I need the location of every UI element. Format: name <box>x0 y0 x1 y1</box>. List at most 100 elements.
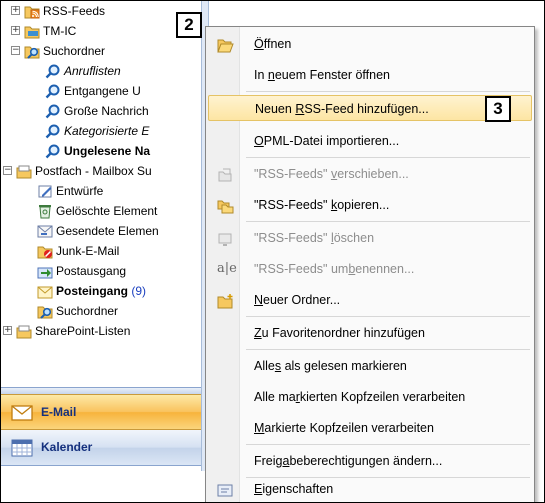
tree-item-anruflisten[interactable]: Anruflisten <box>1 61 201 81</box>
tree-item-postausgang[interactable]: Postausgang <box>1 261 201 281</box>
inbox-icon <box>37 283 53 299</box>
tree-item-label: SharePoint-Listen <box>35 324 131 338</box>
tree-item-kategorisierte[interactable]: Kategorisierte E <box>1 121 201 141</box>
collapse-toggle[interactable]: − <box>3 166 12 175</box>
tree-item-label: Posteingang (9) <box>56 281 146 301</box>
unread-count: (9) <box>131 284 147 298</box>
menu-item-label: "RSS-Feeds" kopieren... <box>254 198 390 212</box>
junk-mail-icon <box>37 243 53 259</box>
expand-toggle[interactable]: + <box>11 6 20 15</box>
menu-item-change-permissions[interactable]: Freigabeberechtigungen ändern... <box>208 448 532 474</box>
tree-item-label: Suchordner <box>43 44 106 58</box>
menu-item-delete[interactable]: "RSS-Feeds" löschen <box>208 225 532 251</box>
menu-item-import-opml[interactable]: OPML-Datei importieren... <box>208 128 532 154</box>
tree-item-rss-feeds[interactable]: + RSS-Feeds <box>1 1 201 21</box>
search-folder-icon <box>24 43 40 59</box>
navigation-pane-splitter[interactable] <box>1 387 201 394</box>
nav-label: E-Mail <box>41 405 77 419</box>
tree-item-ungelesene[interactable]: Ungelesene Na <box>1 141 201 161</box>
menu-item-label: Alle markierten Kopfzeilen verarbeiten <box>254 390 466 404</box>
tree-item-label: Junk-E-Mail <box>56 244 120 258</box>
menu-item-label: Neuer Ordner... <box>254 293 341 307</box>
tree-item-gesendete[interactable]: Gesendete Elemen <box>1 221 201 241</box>
search-folder-icon <box>45 83 61 99</box>
search-folder-icon <box>37 303 53 319</box>
menu-item-copy[interactable]: "RSS-Feeds" kopieren... <box>208 192 532 218</box>
outlook-window: + RSS-Feeds + TM-IC − Suchordner Anrufli… <box>0 0 545 503</box>
menu-item-label: Öffnen <box>254 37 292 51</box>
menu-item-process-marked-headers[interactable]: Markierte Kopfzeilen verarbeiten <box>208 415 532 441</box>
open-folder-icon <box>217 36 234 53</box>
menu-item-add-rss-feed[interactable]: Neuen RSS-Feed hinzufügen... <box>208 95 532 121</box>
sharepoint-folder-icon <box>16 323 32 339</box>
menu-item-label: Markierte Kopfzeilen verarbeiten <box>254 421 434 435</box>
menu-item-label: Eigenschaften <box>254 482 334 496</box>
menu-item-label: "RSS-Feeds" verschieben... <box>254 167 409 181</box>
menu-item-label: Alles als gelesen markieren <box>254 359 407 373</box>
menu-separator <box>246 91 530 92</box>
mail-icon <box>11 404 33 425</box>
menu-item-rename[interactable]: a|e "RSS-Feeds" umbenennen... <box>208 256 532 282</box>
tree-item-entwuerfe[interactable]: Entwürfe <box>1 181 201 201</box>
deleted-items-icon <box>37 203 53 219</box>
inbox-label: Posteingang <box>56 284 129 298</box>
tree-item-tm-ic[interactable]: + TM-IC <box>1 21 201 41</box>
tree-item-label: Anruflisten <box>64 64 121 78</box>
menu-separator <box>246 157 530 158</box>
menu-item-process-all-headers[interactable]: Alle markierten Kopfzeilen verarbeiten <box>208 384 532 410</box>
tree-item-label: Ungelesene Na <box>64 144 151 158</box>
menu-item-move[interactable]: "RSS-Feeds" verschieben... <box>208 161 532 187</box>
menu-item-open-new-window[interactable]: In neuem Fenster öffnen <box>208 62 532 88</box>
tree-item-label: Postfach - Mailbox Su <box>35 164 152 178</box>
collapse-toggle[interactable]: − <box>11 46 20 55</box>
new-folder-icon <box>217 292 234 309</box>
tree-item-label: Postausgang <box>56 264 127 278</box>
tree-item-suchordner-2[interactable]: Suchordner <box>1 301 201 321</box>
menu-item-add-to-favorites[interactable]: Zu Favoritenordner hinzufügen <box>208 320 532 346</box>
menu-item-new-folder[interactable]: Neuer Ordner... <box>208 287 532 313</box>
expand-toggle[interactable]: + <box>11 26 20 35</box>
menu-item-mark-all-read[interactable]: Alles als gelesen markieren <box>208 353 532 379</box>
menu-item-label: Neuen RSS-Feed hinzufügen... <box>255 102 429 116</box>
tree-item-label: Große Nachrich <box>64 104 149 118</box>
tree-item-geloeschte[interactable]: Gelöschte Element <box>1 201 201 221</box>
tree-item-label: RSS-Feeds <box>43 4 106 18</box>
folder-tree: + RSS-Feeds + TM-IC − Suchordner Anrufli… <box>1 1 201 389</box>
copy-folder-icon <box>217 197 234 214</box>
expand-toggle[interactable]: + <box>3 326 12 335</box>
tree-item-label: Kategorisierte E <box>64 124 150 138</box>
tree-item-suchordner[interactable]: − Suchordner <box>1 41 201 61</box>
nav-button-mail[interactable]: E-Mail <box>1 394 201 430</box>
menu-separator <box>246 221 530 222</box>
search-folder-icon <box>45 123 61 139</box>
menu-separator <box>246 444 530 445</box>
tree-item-junk[interactable]: Junk-E-Mail <box>1 241 201 261</box>
sent-items-icon <box>37 223 53 239</box>
nav-bottom-area <box>1 466 201 502</box>
rename-icon: a|e <box>217 261 237 276</box>
tree-item-sharepoint[interactable]: + SharePoint-Listen <box>1 321 201 341</box>
tree-item-label: Gelöschte Element <box>56 204 158 218</box>
menu-separator <box>246 349 530 350</box>
folder-icon <box>24 23 40 39</box>
tree-item-label: Entgangene U <box>64 84 141 98</box>
rss-folder-icon <box>24 3 40 19</box>
nav-button-calendar[interactable]: Kalender <box>1 430 201 466</box>
menu-item-properties[interactable]: Eigenschaften <box>208 476 532 502</box>
search-folder-icon <box>45 63 61 79</box>
delete-icon <box>217 230 234 246</box>
tree-item-grosse-nachrichten[interactable]: Große Nachrich <box>1 101 201 121</box>
menu-item-label: OPML-Datei importieren... <box>254 134 400 148</box>
menu-item-label: "RSS-Feeds" umbenennen... <box>254 262 415 276</box>
tree-item-postfach[interactable]: − Postfach - Mailbox Su <box>1 161 201 181</box>
menu-item-open[interactable]: Öffnen <box>208 31 532 57</box>
calendar-icon <box>11 439 33 460</box>
tree-item-label: Entwürfe <box>56 184 104 198</box>
tree-item-entgangene[interactable]: Entgangene U <box>1 81 201 101</box>
menu-item-label: In neuem Fenster öffnen <box>254 68 390 82</box>
drafts-icon <box>37 183 53 199</box>
tree-item-posteingang[interactable]: Posteingang (9) <box>1 281 201 301</box>
annotation-label-2: 2 <box>176 12 202 38</box>
search-folder-icon <box>45 143 61 159</box>
annotation-label-3: 3 <box>485 96 511 122</box>
